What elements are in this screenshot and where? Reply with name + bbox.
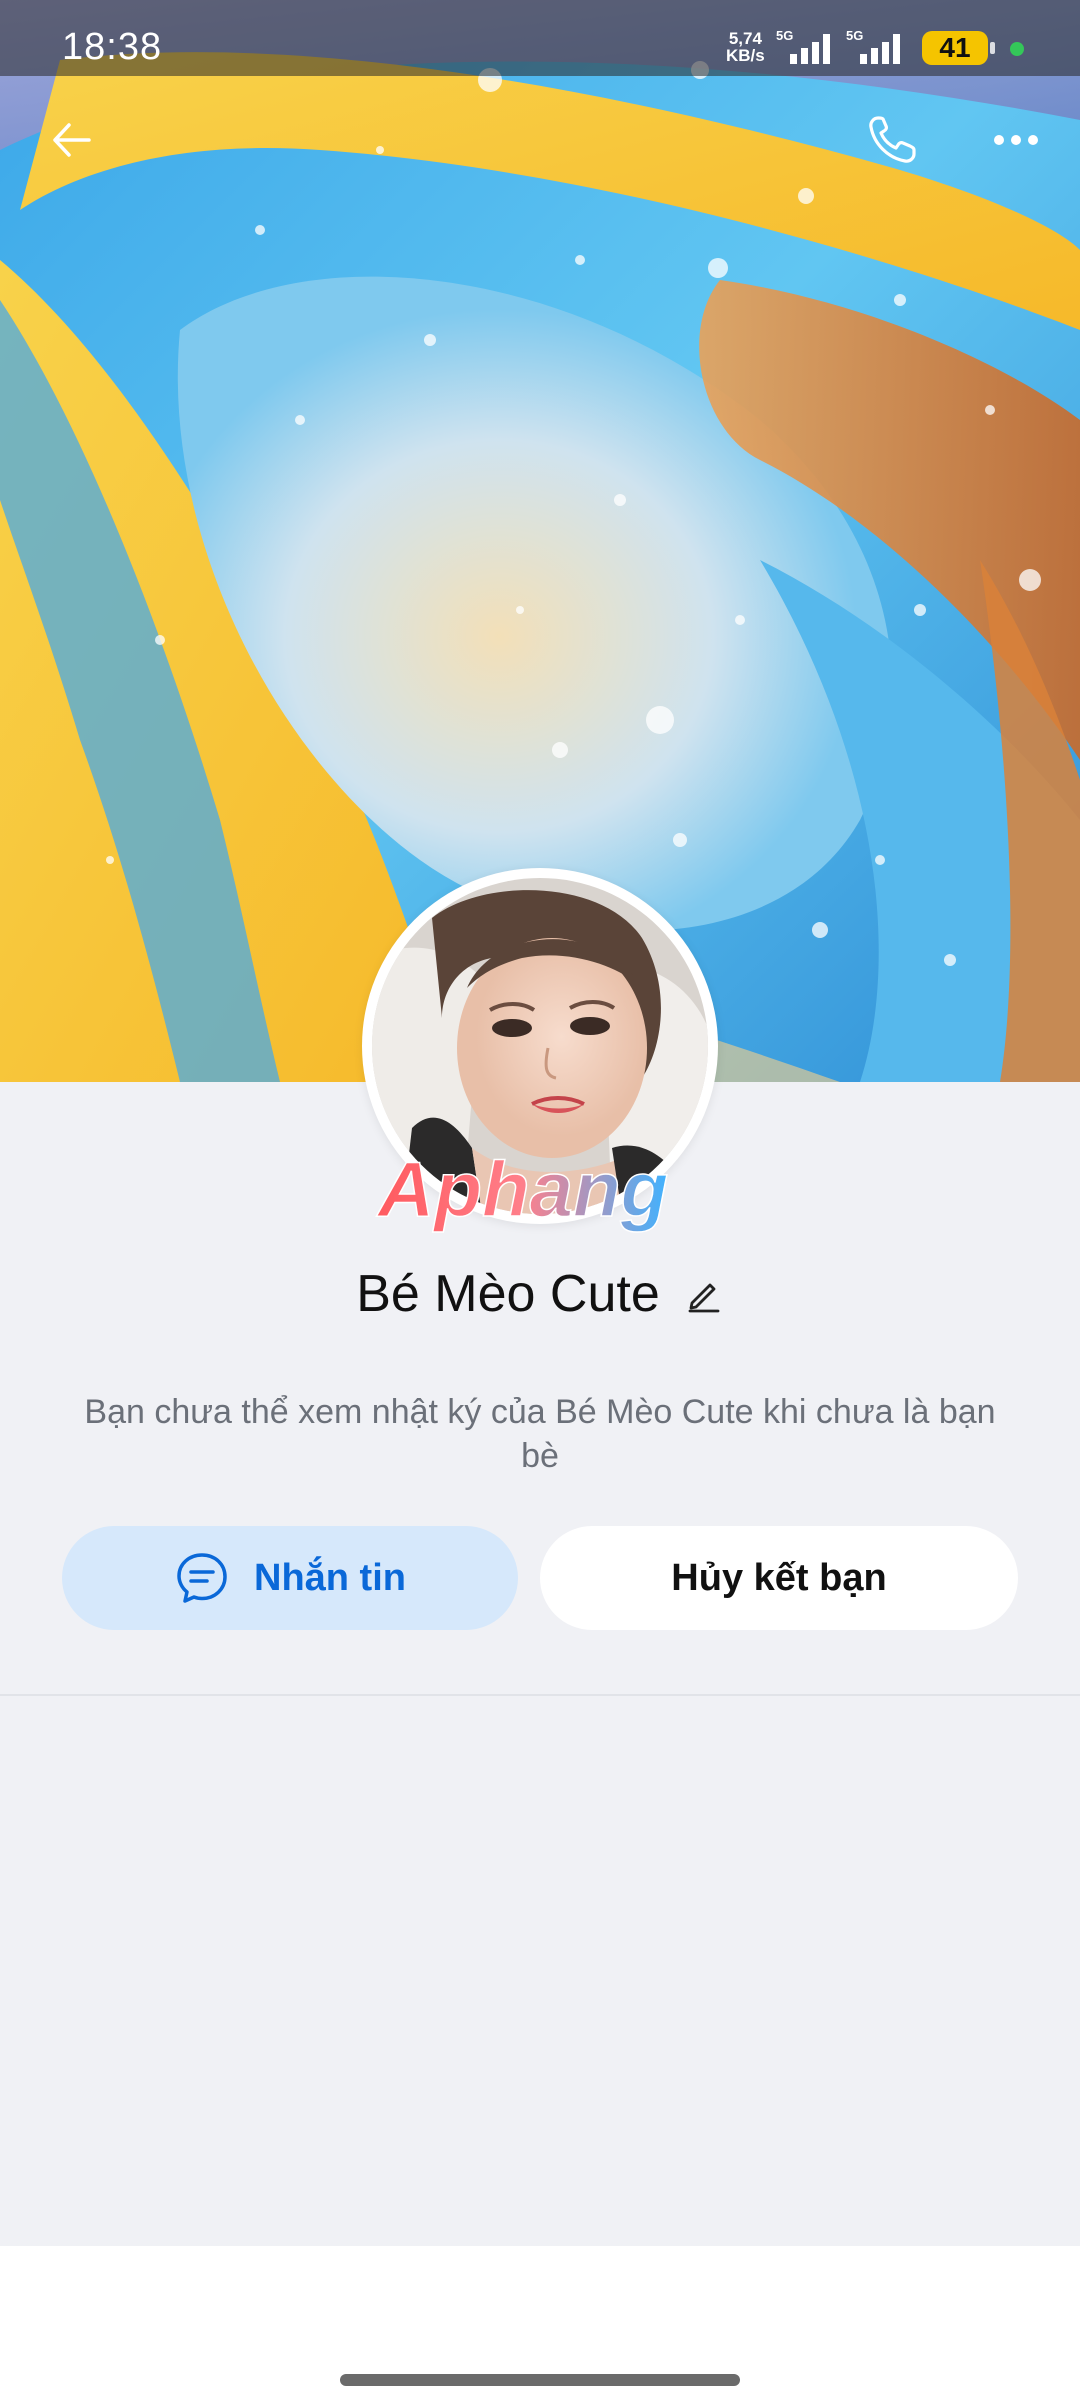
unfriend-button-label: Hủy kết bạn	[671, 1556, 887, 1599]
call-button[interactable]	[852, 100, 932, 180]
profile-name-row: Bé Mèo Cute	[0, 1258, 1080, 1330]
profile-name: Bé Mèo Cute	[356, 1265, 660, 1323]
section-divider	[0, 1694, 1080, 1696]
network-speed-unit: KB/s	[726, 46, 765, 65]
network-type-2: 5G	[846, 28, 863, 43]
pencil-icon	[688, 1283, 720, 1313]
unfriend-button[interactable]: Hủy kết bạn	[540, 1526, 1018, 1630]
network-speed: 5,74 KB/s	[726, 30, 765, 64]
arrow-left-icon	[53, 123, 91, 157]
privacy-dot-indicator	[1010, 42, 1024, 56]
message-button-label: Nhắn tin	[254, 1556, 406, 1599]
phone-icon	[869, 116, 916, 163]
battery-cap	[990, 42, 995, 54]
back-button[interactable]	[32, 100, 112, 180]
profile-screen: 18:38 5,74 KB/s 5G 5G 41 Aphang Bé Mèo C…	[0, 0, 1080, 2400]
battery-icon: 41	[922, 31, 988, 65]
signal-icon-2: 5G	[846, 28, 900, 64]
watermark-logo: Aphang	[370, 1144, 710, 1238]
network-speed-value: 5,74	[728, 29, 762, 48]
signal-icon: 5G	[776, 28, 830, 64]
more-options-button[interactable]	[976, 100, 1056, 180]
home-indicator[interactable]	[340, 2374, 740, 2386]
network-type-1: 5G	[776, 28, 793, 43]
privacy-notice: Bạn chưa thể xem nhật ký của Bé Mèo Cute…	[84, 1393, 996, 1475]
status-time: 18:38	[62, 26, 163, 68]
watermark-text: Aphang	[376, 1148, 668, 1233]
chat-bubble-icon	[174, 1550, 230, 1606]
more-horizontal-icon	[994, 135, 1038, 145]
message-button[interactable]: Nhắn tin	[62, 1526, 518, 1630]
status-bar: 18:38 5,74 KB/s 5G 5G 41	[0, 0, 1080, 76]
edit-name-button[interactable]	[682, 1273, 724, 1315]
